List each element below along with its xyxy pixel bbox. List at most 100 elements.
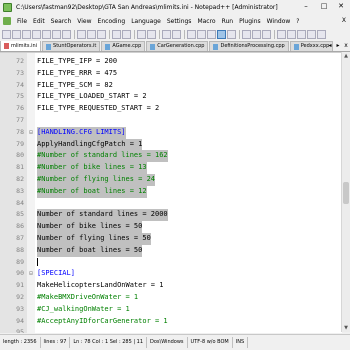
code-line[interactable]: 84 bbox=[0, 198, 342, 210]
close-all-icon[interactable] bbox=[52, 29, 61, 39]
tab-agame-cpp[interactable]: AGame.cpp bbox=[101, 41, 146, 51]
folder-workspace-icon[interactable] bbox=[262, 29, 271, 39]
replace-icon[interactable] bbox=[147, 29, 156, 39]
find-icon[interactable] bbox=[137, 29, 146, 39]
show-all-characters-icon[interactable] bbox=[217, 29, 226, 39]
scrollbar-thumb[interactable] bbox=[343, 182, 349, 204]
menu-run[interactable]: Run bbox=[219, 18, 237, 25]
code-line[interactable]: 82 #Number of flying lines = 24 bbox=[0, 173, 342, 186]
vertical-scrollbar[interactable]: ▲ ▼ bbox=[341, 52, 350, 332]
code-line[interactable]: 90 ⊟ [SPECIAL] bbox=[0, 268, 342, 280]
menu-settings[interactable]: Settings bbox=[164, 18, 195, 25]
code-line[interactable]: 80 #Number of standard lines = 162 bbox=[0, 150, 342, 163]
line-text: #AcceptAnyIDforCarGenerator = 1 bbox=[37, 316, 168, 328]
tab-cargeneration-cpp[interactable]: CarGeneration.cpp bbox=[146, 41, 209, 51]
menu-plugins[interactable]: Plugins bbox=[236, 18, 264, 25]
fold-toggle-icon[interactable]: ⊟ bbox=[27, 268, 35, 280]
code-line[interactable]: 94 #AcceptAnyIDforCarGenerator = 1 bbox=[0, 316, 342, 328]
status-eol: Dos\Windows bbox=[147, 337, 188, 348]
document-map-icon[interactable] bbox=[242, 29, 251, 39]
code-line[interactable]: 74 FILE_TYPE_SCM = 82 bbox=[0, 80, 342, 92]
sync-vertical-icon[interactable] bbox=[187, 29, 196, 39]
line-text: #Number of boat lines = 12 bbox=[37, 185, 147, 198]
menu-help[interactable]: ? bbox=[293, 18, 302, 25]
tab-definitions-processing[interactable]: DefinitionsProcessing.cpp bbox=[209, 41, 289, 51]
code-line[interactable]: 81 #Number of bike lines = 13 bbox=[0, 162, 342, 174]
tab-scroll-right-icon[interactable]: ▸ bbox=[334, 42, 342, 49]
zoom-out-icon[interactable] bbox=[172, 29, 181, 39]
code-line[interactable]: 87 Number of flying lines = 50 bbox=[0, 232, 342, 245]
sync-horizontal-icon[interactable] bbox=[197, 29, 206, 39]
code-editor[interactable]: 72 FILE_TYPE_IFP = 200 73 FILE_TYPE_RRR = 4… bbox=[0, 52, 342, 333]
code-line[interactable]: 91 MakeHelicoptersLandOnWater = 1 bbox=[0, 280, 342, 292]
saved-file-icon bbox=[46, 43, 52, 50]
stop-macro-icon[interactable] bbox=[287, 29, 296, 39]
zoom-in-icon[interactable] bbox=[162, 29, 171, 39]
code-line[interactable]: 83 #Number of boat lines = 12 bbox=[0, 185, 342, 198]
save-icon[interactable] bbox=[22, 29, 31, 39]
line-number: 79 bbox=[16, 139, 24, 148]
open-file-icon[interactable] bbox=[12, 29, 21, 39]
code-line[interactable]: 76 FILE_TYPE_REQUESTED_START = 2 bbox=[0, 103, 342, 115]
menu-file[interactable]: File bbox=[14, 18, 30, 25]
code-line[interactable]: 72 FILE_TYPE_IFP = 200 bbox=[0, 56, 342, 68]
paste-icon[interactable] bbox=[97, 29, 106, 39]
print-icon[interactable] bbox=[62, 29, 71, 39]
code-line[interactable]: 78 ⊟ [HANDLING.CFG LIMITS] bbox=[0, 126, 342, 139]
tab-mlimits-ini[interactable]: mlimits.ini bbox=[0, 41, 42, 51]
code-line[interactable]: 86 Number of bike lines = 50 bbox=[0, 221, 342, 233]
new-file-icon[interactable] bbox=[2, 29, 11, 39]
function-list-icon[interactable] bbox=[252, 29, 261, 39]
save-all-icon[interactable] bbox=[32, 29, 41, 39]
scroll-up-icon[interactable]: ▲ bbox=[342, 52, 350, 60]
code-line[interactable]: 88 Number of boat lines = 50 bbox=[0, 244, 342, 257]
close-button[interactable]: ✕ bbox=[332, 0, 350, 12]
run-macro-multiple-icon[interactable] bbox=[307, 29, 316, 39]
tab-close-icon[interactable]: x bbox=[342, 42, 350, 49]
menu-window[interactable]: Window bbox=[264, 18, 294, 25]
line-text: Number of boat lines = 50 bbox=[37, 244, 143, 257]
line-content: FILE_TYPE_LOADED_START = 2 bbox=[37, 92, 147, 101]
code-line[interactable]: 75 FILE_TYPE_LOADED_START = 2 bbox=[0, 91, 342, 103]
redo-icon[interactable] bbox=[122, 29, 131, 39]
menu-search[interactable]: Search bbox=[48, 18, 75, 25]
document-menu-icon[interactable] bbox=[3, 17, 11, 25]
code-line[interactable]: 92 #MakeBMXDriveOnWater = 1 bbox=[0, 292, 342, 304]
line-number: 83 bbox=[16, 186, 24, 195]
word-wrap-icon[interactable] bbox=[207, 29, 216, 39]
save-macro-icon[interactable] bbox=[317, 29, 326, 39]
line-content: FILE_TYPE_SCM = 82 bbox=[37, 80, 113, 89]
code-line[interactable]: 77 bbox=[0, 115, 342, 127]
code-line[interactable]: 85 Number of standard lines = 2000 bbox=[0, 209, 342, 222]
menu-language[interactable]: Language bbox=[128, 18, 164, 25]
close-file-icon[interactable] bbox=[42, 29, 51, 39]
line-content: Number of flying lines = 50 bbox=[37, 232, 151, 245]
menu-edit[interactable]: Edit bbox=[30, 18, 48, 25]
code-line[interactable]: 79 ApplyHandlingCfgPatch = 1 bbox=[0, 138, 342, 151]
toolbar-separator bbox=[184, 29, 185, 39]
menu-macro[interactable]: Macro bbox=[194, 18, 218, 25]
code-line[interactable]: 95 bbox=[0, 327, 342, 333]
undo-icon[interactable] bbox=[112, 29, 121, 39]
menu-encoding[interactable]: Encoding bbox=[95, 18, 129, 25]
copy-icon[interactable] bbox=[87, 29, 96, 39]
cut-icon[interactable] bbox=[77, 29, 86, 39]
record-macro-icon[interactable] bbox=[277, 29, 286, 39]
line-number: 89 bbox=[16, 257, 24, 266]
maximize-button[interactable]: □ bbox=[316, 0, 332, 12]
indent-guide-icon[interactable] bbox=[227, 29, 236, 39]
tab-scroll-left-icon[interactable]: ◂ bbox=[326, 42, 334, 49]
code-line[interactable]: 89 bbox=[0, 257, 342, 269]
status-length: length : 2356 bbox=[0, 337, 41, 348]
scroll-down-icon[interactable]: ▼ bbox=[342, 324, 350, 332]
line-number: 95 bbox=[16, 328, 24, 333]
code-line[interactable]: 73 FILE_TYPE_RRR = 475 bbox=[0, 68, 342, 80]
tab-stunt-operators[interactable]: StuntOperators.it bbox=[42, 41, 101, 51]
menu-view[interactable]: View bbox=[74, 18, 94, 25]
play-macro-icon[interactable] bbox=[297, 29, 306, 39]
line-text: #Number of bike lines = 13 bbox=[37, 162, 147, 174]
close-document-button[interactable]: X bbox=[342, 15, 346, 27]
fold-toggle-icon[interactable]: ⊟ bbox=[27, 127, 35, 139]
minimize-button[interactable]: – bbox=[298, 0, 314, 12]
code-line[interactable]: 93 #CJ_walkingOnWater = 1 bbox=[0, 304, 342, 316]
